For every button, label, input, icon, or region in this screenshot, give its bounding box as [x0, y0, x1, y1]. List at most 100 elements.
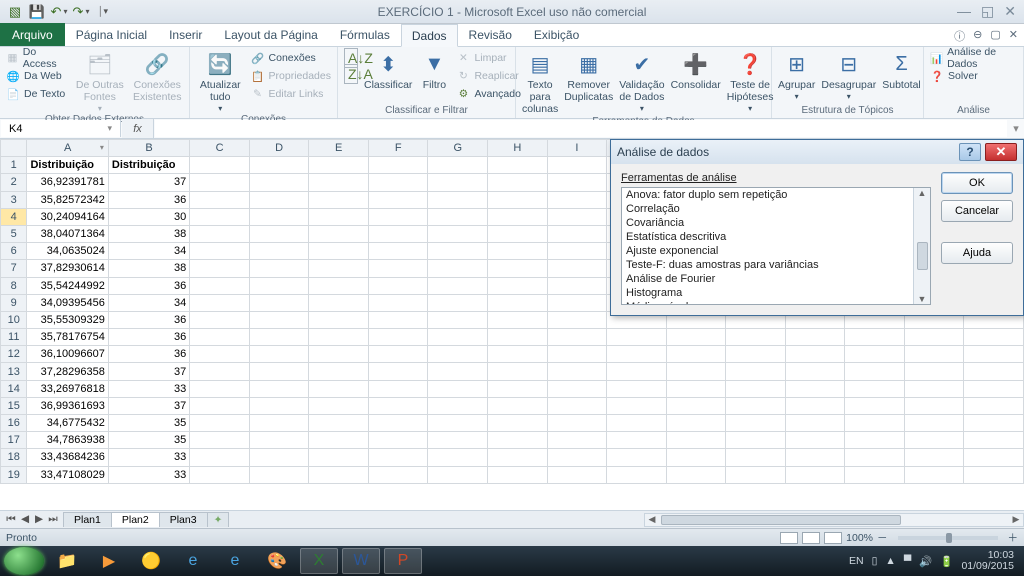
clear-filter-button[interactable]: ✕Limpar — [456, 50, 521, 66]
cell-B12[interactable]: 36 — [108, 346, 189, 363]
new-sheet-button[interactable]: ✦ — [207, 512, 230, 527]
cell-B18[interactable]: 33 — [108, 449, 189, 466]
zoom-in-button[interactable]: ＋ — [1008, 530, 1019, 545]
cell-B19[interactable]: 33 — [108, 466, 189, 483]
formula-input[interactable] — [155, 120, 1007, 137]
name-box[interactable]: K4▾ — [1, 120, 121, 137]
scroll-thumb[interactable] — [917, 242, 928, 270]
scroll-up-icon[interactable]: ▲ — [918, 188, 927, 198]
paint-icon[interactable]: 🎨 — [258, 548, 296, 574]
cell-B1[interactable]: Distribuição — [108, 157, 189, 174]
cell-B16[interactable]: 35 — [108, 415, 189, 432]
cell-A5[interactable]: 38,04071364 — [27, 225, 108, 242]
cell-B11[interactable]: 36 — [108, 329, 189, 346]
cell-A10[interactable]: 35,55309329 — [27, 311, 108, 328]
cell-B13[interactable]: 37 — [108, 363, 189, 380]
row-header-6[interactable]: 6 — [1, 243, 27, 260]
list-item[interactable]: Correlação — [622, 202, 930, 216]
ribbon-min-icon[interactable]: ⓘ — [954, 28, 965, 44]
row-header-13[interactable]: 13 — [1, 363, 27, 380]
tab-view[interactable]: Exibição — [523, 23, 590, 46]
properties-button[interactable]: 📋Propriedades — [251, 68, 331, 84]
help-button[interactable]: Ajuda — [941, 242, 1013, 264]
hscroll-thumb[interactable] — [661, 515, 901, 525]
cell-A15[interactable]: 36,99361693 — [27, 397, 108, 414]
cell-A17[interactable]: 34,7863938 — [27, 432, 108, 449]
advanced-button[interactable]: ⚙Avançado — [456, 86, 521, 102]
row-header-17[interactable]: 17 — [1, 432, 27, 449]
tab-layout[interactable]: Layout da Página — [213, 23, 328, 46]
tray-bat-icon[interactable]: 🔋 — [940, 555, 953, 568]
horizontal-scrollbar[interactable]: ◀ ▶ — [644, 513, 1024, 527]
cell-A14[interactable]: 33,26976818 — [27, 380, 108, 397]
maximize-icon[interactable]: ◱ — [981, 3, 994, 20]
cell-A1[interactable]: Distribuição — [27, 157, 108, 174]
row-header-14[interactable]: 14 — [1, 380, 27, 397]
data-analysis-button[interactable]: 📊Análise de Dados — [930, 50, 1017, 66]
wmp-icon[interactable]: ▶ — [90, 548, 128, 574]
ie2-icon[interactable]: e — [216, 548, 254, 574]
whatif-button[interactable]: ❓Teste de Hipóteses▾ — [727, 50, 774, 113]
tab-nav-next-icon[interactable]: ▶ — [32, 513, 46, 526]
row-header-15[interactable]: 15 — [1, 397, 27, 414]
row-header-18[interactable]: 18 — [1, 449, 27, 466]
row-header-11[interactable]: 11 — [1, 329, 27, 346]
cell-A4[interactable]: 30,24094164 — [27, 208, 108, 225]
cell-A19[interactable]: 33,47108029 — [27, 466, 108, 483]
sheet-tab-plan3[interactable]: Plan3 — [159, 512, 208, 527]
cell-A13[interactable]: 37,28296358 — [27, 363, 108, 380]
list-item[interactable]: Teste-F: duas amostras para variâncias — [622, 258, 930, 272]
cell-A6[interactable]: 34,0635024 — [27, 243, 108, 260]
excel-task-icon[interactable]: X — [300, 548, 338, 574]
col-header-D[interactable]: D — [249, 140, 309, 157]
tab-review[interactable]: Revisão — [458, 23, 523, 46]
row-header-7[interactable]: 7 — [1, 260, 27, 277]
tab-nav-last-icon[interactable]: ⏭ — [46, 513, 60, 526]
word-task-icon[interactable]: W — [342, 548, 380, 574]
qat-customize-icon[interactable]: │▾ — [94, 3, 112, 21]
col-header-B[interactable]: B — [108, 140, 189, 157]
filter-button[interactable]: ▼Filtro — [418, 50, 450, 91]
select-all-corner[interactable] — [1, 140, 27, 157]
close-icon[interactable]: ✕ — [1004, 3, 1016, 20]
cell-B3[interactable]: 36 — [108, 191, 189, 208]
undo-icon[interactable]: ↶ — [50, 3, 68, 21]
cell-B15[interactable]: 37 — [108, 397, 189, 414]
row-header-19[interactable]: 19 — [1, 466, 27, 483]
from-access-button[interactable]: ▦Do Access — [6, 50, 68, 66]
list-scrollbar[interactable]: ▲ ▼ — [913, 188, 930, 304]
analysis-tools-list[interactable]: Anova: fator duplo sem repetiçãoCorrelaç… — [621, 187, 931, 305]
row-header-3[interactable]: 3 — [1, 191, 27, 208]
col-header-F[interactable]: F — [368, 140, 428, 157]
col-header-I[interactable]: I — [547, 140, 607, 157]
list-item[interactable]: Covariância — [622, 216, 930, 230]
explorer-icon[interactable]: 📁 — [48, 548, 86, 574]
text-to-columns-button[interactable]: ▤Texto para colunas — [522, 50, 558, 115]
subtotal-button[interactable]: ΣSubtotal — [882, 50, 921, 91]
cell-B8[interactable]: 36 — [108, 277, 189, 294]
existing-conn-button[interactable]: 🔗Conexões Existentes — [132, 50, 183, 103]
connections-button[interactable]: 🔗Conexões — [251, 50, 331, 66]
list-item[interactable]: Histograma — [622, 286, 930, 300]
ok-button[interactable]: OK — [941, 172, 1013, 194]
row-header-2[interactable]: 2 — [1, 174, 27, 191]
cell-A16[interactable]: 34,6775432 — [27, 415, 108, 432]
remove-dup-button[interactable]: ▦Remover Duplicatas — [564, 50, 613, 103]
worksheet[interactable]: A▾BCDEFGHIJKLMNOP 1 Distribuição Distrib… — [0, 139, 1024, 510]
sheet-tab-plan1[interactable]: Plan1 — [63, 512, 112, 527]
clock[interactable]: 10:0301/09/2015 — [961, 550, 1014, 572]
row-header-5[interactable]: 5 — [1, 225, 27, 242]
tray-flag-icon[interactable]: ▯ — [872, 555, 878, 567]
view-normal-button[interactable] — [780, 532, 798, 544]
view-pagebreak-button[interactable] — [824, 532, 842, 544]
save-icon[interactable]: 💾 — [28, 3, 46, 21]
fx-icon[interactable]: fx — [122, 119, 154, 138]
hscroll-right-icon[interactable]: ▶ — [1009, 514, 1023, 525]
ungroup-button[interactable]: ⊟Desagrupar▾ — [821, 50, 876, 101]
window-close2-icon[interactable]: ✕ — [1009, 28, 1018, 44]
row-header-16[interactable]: 16 — [1, 415, 27, 432]
view-layout-button[interactable] — [802, 532, 820, 544]
row-header-12[interactable]: 12 — [1, 346, 27, 363]
ie-icon[interactable]: e — [174, 548, 212, 574]
scroll-down-icon[interactable]: ▼ — [918, 294, 927, 304]
